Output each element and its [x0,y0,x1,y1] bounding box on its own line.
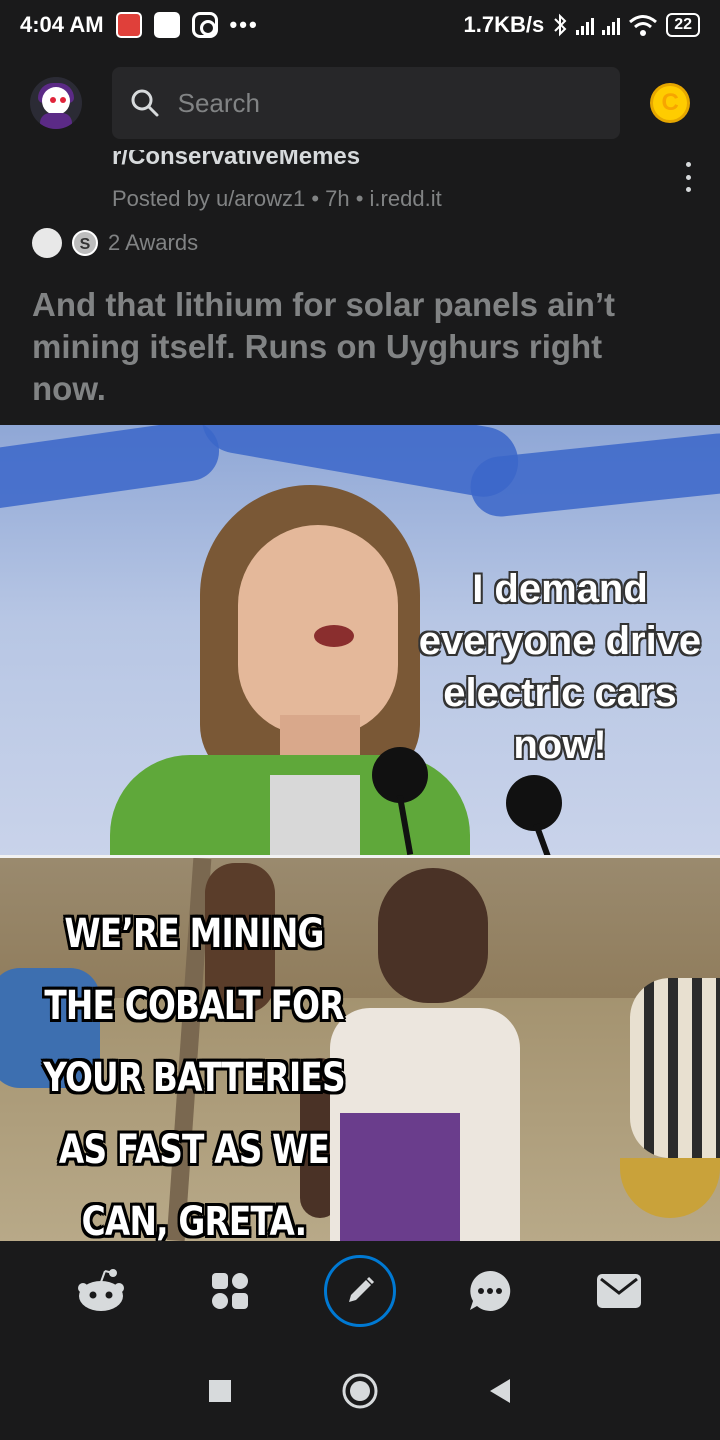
avatar-eye-right [60,97,66,103]
bottom-navigation [0,1241,720,1341]
nav-inbox[interactable] [583,1255,655,1327]
network-speed: 1.7KB/s [463,12,545,37]
status-right: 1.7KB/s 22 [463,12,700,38]
awards-row[interactable]: S 2 Awards [32,228,198,258]
more-notifications-icon: ••• [229,12,259,37]
chat-icon [469,1270,510,1311]
search-placeholder: Search [177,87,261,118]
avatar-icon[interactable] [30,77,82,129]
subreddit-name[interactable]: r/ConservativeMemes [112,150,360,174]
inbox-icon [597,1274,642,1308]
meme-bottom-line: WE’RE MINING [64,911,324,957]
create-post-icon [348,1276,375,1302]
instagram-icon [191,12,218,38]
nav-home[interactable] [65,1255,137,1327]
award-icon [32,228,62,258]
post-byline[interactable]: Posted by u/arowz1 • 7h • i.redd.it [112,186,442,212]
avatar-eye-left [50,97,56,103]
battery-icon: 22 [666,13,700,37]
background-swoosh [0,425,223,513]
overflow-menu-icon[interactable] [678,162,698,192]
child-head [378,868,488,1003]
worker-figure-right [630,978,720,1158]
wifi-icon [629,15,658,36]
post-title[interactable]: And that lithium for solar panels ain’t … [32,284,682,410]
nav-chat[interactable] [454,1255,526,1327]
back-icon[interactable] [488,1377,512,1405]
home-reddit-icon [77,1269,124,1311]
award-icon-2: S [72,230,98,256]
awards-label: 2 Awards [108,230,199,255]
meme-bottom-panel: WE’RE MINING THE COBALT FOR YOUR BATTERI… [0,858,720,1241]
create-button[interactable] [323,1255,396,1327]
meme-top-panel: I demand everyone drive electric cars no… [0,425,720,855]
nav-create[interactable] [323,1255,396,1327]
avatar-body [40,113,72,129]
child-shirt-panel [340,1113,460,1241]
top-app-bar: Search C [0,58,720,148]
system-navigation [0,1341,720,1440]
status-time: 4:04 AM [20,12,104,37]
search-icon [131,89,159,117]
meme-bottom-line: CAN, GRETA. [81,1199,307,1241]
signal-icon-2 [602,15,621,35]
webtoon-icon [153,12,180,38]
search-input[interactable]: Search [111,67,621,139]
meme-bottom-line: THE COBALT FOR [44,983,344,1029]
meme-top-caption: I demand everyone drive electric cars no… [418,567,702,767]
microphone-icon [506,775,562,831]
meme-bottom-line: YOUR BATTERIES [43,1055,345,1101]
bluetooth-icon [554,13,567,37]
recents-icon[interactable] [208,1379,232,1403]
signal-icon [576,15,595,35]
meme-bottom-line: AS FAST AS WE [58,1127,330,1173]
post-image[interactable]: I demand everyone drive electric cars no… [0,425,720,1241]
coin-icon[interactable]: C [650,83,690,123]
meme-bottom-caption: WE’RE MINING THE COBALT FOR YOUR BATTERI… [30,898,358,1241]
figure-mouth [314,625,354,647]
status-left: 4:04 AM ••• [20,12,259,38]
status-bar: 4:04 AM ••• 1.7KB/s 22 [0,0,720,50]
communities-icon [212,1273,249,1309]
nav-communities[interactable] [194,1255,266,1327]
figure-undershirt [270,775,360,855]
app-notification-icon [115,12,142,38]
home-icon[interactable] [342,1373,378,1409]
